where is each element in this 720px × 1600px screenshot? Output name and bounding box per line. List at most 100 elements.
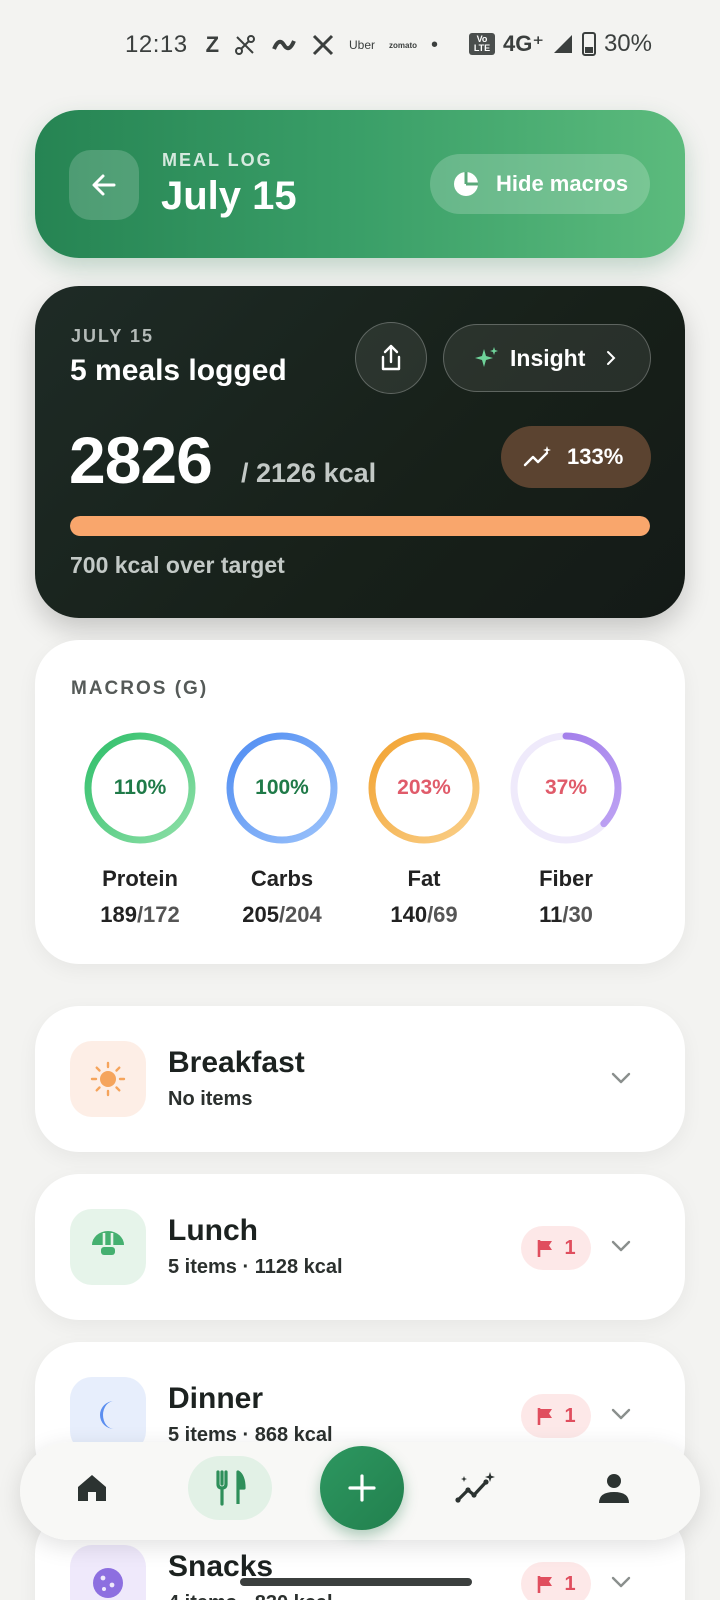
flag-icon	[538, 1240, 553, 1257]
fat-ring: 203%	[366, 730, 482, 846]
add-icon	[348, 1474, 376, 1502]
lunch-title: Lunch	[168, 1214, 258, 1247]
status-bar: 12:13 Z Uber zomato • Vo LTE 4G⁺ 30%	[0, 0, 720, 90]
page-title: July 15	[161, 174, 297, 218]
lunch-flag-badge[interactable]: 1	[521, 1226, 591, 1270]
carbs-value: 205	[242, 902, 279, 927]
protein-values: 189/172	[70, 902, 210, 928]
nav-insights[interactable]	[434, 1456, 518, 1520]
chevron-right-icon	[607, 351, 616, 365]
zomato-app-icon: zomato	[389, 40, 418, 50]
fiber-value: 11	[539, 902, 563, 927]
protein-percent: 110%	[113, 776, 167, 799]
share-icon	[381, 344, 401, 371]
home-icon	[78, 1475, 106, 1501]
battery-icon	[581, 32, 596, 56]
protein-target: /172	[136, 902, 180, 927]
summary-date: JULY 15	[71, 326, 155, 346]
dinner-title: Dinner	[168, 1382, 264, 1415]
status-time: 12:13	[125, 31, 188, 58]
macros-title: MACROS (G)	[71, 678, 209, 699]
flag-icon	[538, 1576, 553, 1593]
chevron-down-icon[interactable]	[609, 1402, 633, 1426]
flag-icon	[538, 1408, 553, 1425]
lunch-icon-tile	[70, 1209, 146, 1285]
meal-card-lunch[interactable]: Lunch 5 items · 1128 kcal 1	[35, 1174, 685, 1320]
moon-icon	[100, 1401, 114, 1429]
breakfast-title: Breakfast	[168, 1046, 305, 1079]
nav-meals[interactable]	[188, 1456, 272, 1520]
dinner-flag-badge[interactable]: 1	[521, 1394, 591, 1438]
macro-protein: 110% Protein 189/172	[70, 730, 210, 928]
chevron-down-icon[interactable]	[609, 1234, 633, 1258]
snacks-flag-count: 1	[564, 1572, 576, 1595]
calorie-percent-badge: 133%	[501, 426, 651, 488]
carbs-label: Carbs	[250, 866, 314, 891]
nav-profile[interactable]	[572, 1456, 656, 1520]
macro-carbs: 100% Carbs 205/204	[212, 730, 352, 928]
sun-icon	[90, 1061, 126, 1097]
fat-target: /69	[427, 902, 458, 927]
sparkle-icon	[475, 347, 498, 367]
chevron-down-icon[interactable]	[609, 1066, 633, 1090]
z-app-icon: Z	[205, 32, 220, 57]
profile-icon	[599, 1474, 629, 1503]
carbs-target: /204	[278, 902, 322, 927]
cookie-icon	[93, 1568, 123, 1598]
x-app-icon	[312, 34, 334, 56]
back-button[interactable]	[69, 150, 139, 220]
home-indicator[interactable]	[240, 1578, 472, 1586]
insights-icon	[455, 1472, 495, 1503]
protein-ring: 110%	[82, 730, 198, 846]
fiber-percent: 37%	[544, 776, 588, 799]
fiber-label: Fiber	[539, 866, 593, 891]
calories-target: / 2126 kcal	[241, 458, 377, 488]
scissors-icon	[235, 35, 256, 55]
add-meal-button[interactable]	[320, 1446, 404, 1530]
carbs-ring: 100%	[224, 730, 340, 846]
nav-home[interactable]	[50, 1456, 134, 1520]
wave-app-icon	[272, 39, 296, 51]
dinner-flag-count: 1	[564, 1404, 576, 1427]
uber-app-icon: Uber	[349, 38, 376, 52]
snacks-flag-badge[interactable]: 1	[521, 1562, 591, 1600]
chevron-down-icon[interactable]	[609, 1570, 633, 1594]
macro-fat: 203% Fat 140/69	[354, 730, 494, 928]
fat-values: 140/69	[354, 902, 494, 928]
fat-percent: 203%	[397, 776, 451, 799]
fiber-target: /30	[562, 902, 593, 927]
macro-fiber: 37% Fiber 11/30	[496, 730, 636, 928]
lunch-summary: 5 items · 1128 kcal	[168, 1256, 343, 1278]
signal-icon	[553, 35, 572, 53]
trend-sparkle-icon	[523, 446, 551, 467]
insight-label: Insight	[510, 344, 586, 371]
protein-label: Protein	[102, 866, 178, 891]
share-button[interactable]	[355, 322, 427, 394]
calorie-summary-card: JULY 15 5 meals logged Insight 2826 / 21…	[35, 286, 685, 618]
network-type: 4G⁺	[502, 31, 544, 56]
bottom-navigation	[20, 1442, 700, 1540]
fiber-values: 11/30	[496, 902, 636, 928]
over-target-text: 700 kcal over target	[70, 552, 285, 578]
meal-card-breakfast[interactable]: Breakfast No items	[35, 1006, 685, 1152]
hide-macros-button[interactable]: Hide macros	[430, 154, 650, 214]
calories-consumed: 2826	[69, 423, 213, 497]
more-dot-icon: •	[431, 33, 439, 56]
breakfast-summary: No items	[168, 1088, 253, 1110]
calorie-progress-fill	[70, 516, 650, 536]
fat-value: 140	[390, 902, 428, 927]
pie-chart-icon	[454, 172, 478, 196]
arrow-left-icon	[92, 174, 116, 196]
carbs-values: 205/204	[212, 902, 352, 928]
snacks-icon-tile	[70, 1545, 146, 1600]
fiber-ring: 37%	[508, 730, 624, 846]
insight-button[interactable]: Insight	[443, 324, 651, 392]
hide-macros-label: Hide macros	[496, 171, 629, 196]
notification-icons: Z Uber zomato •	[206, 32, 438, 58]
calorie-percent: 133%	[567, 444, 624, 469]
bowl-icon	[92, 1231, 124, 1255]
header-eyebrow: MEAL LOG	[162, 150, 273, 170]
battery-percent: 30%	[603, 30, 652, 57]
macros-card: MACROS (G) 110% Protein 189/172 100% Car…	[35, 640, 685, 964]
lunch-flag-count: 1	[564, 1236, 576, 1259]
